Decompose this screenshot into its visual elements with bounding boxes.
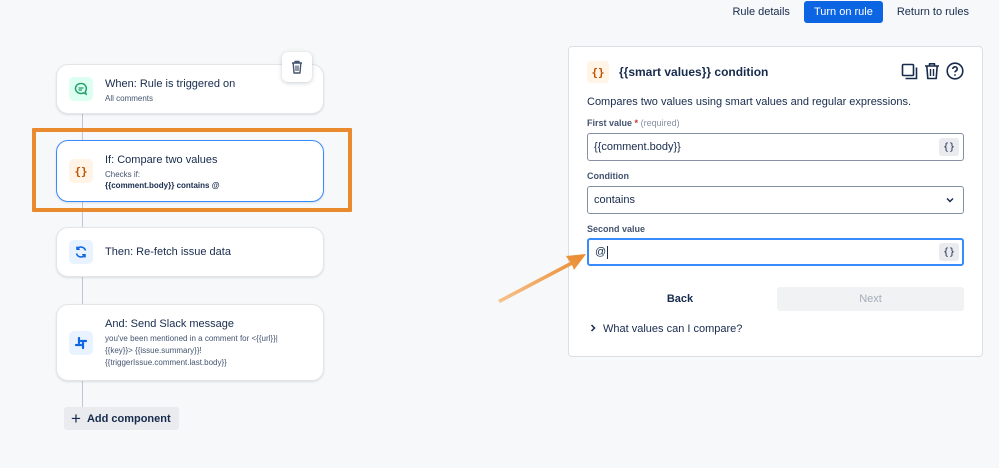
smart-value-button[interactable]: {}	[939, 243, 959, 261]
turn-on-rule-button[interactable]: Turn on rule	[803, 1, 883, 23]
trigger-title: When: Rule is triggered on	[105, 78, 236, 90]
help-icon[interactable]	[946, 62, 964, 83]
chevron-right-icon	[589, 323, 597, 335]
add-component-button[interactable]: + Add component	[64, 407, 179, 430]
rule-details-button[interactable]: Rule details	[724, 2, 797, 22]
compare-help-expander[interactable]: What values can I compare?	[589, 323, 742, 335]
return-to-rules-button[interactable]: Return to rules	[889, 2, 977, 22]
trigger-sub: All comments	[105, 94, 154, 103]
text-cursor	[607, 245, 609, 259]
slack-sub-line3: {{triggerIssue.comment.last.body}}	[105, 358, 227, 367]
condition-select[interactable]: contains	[587, 186, 964, 214]
first-value-label: First value * (required)	[587, 118, 680, 128]
next-button[interactable]: Next	[777, 287, 964, 311]
second-value-input[interactable]: @ {}	[587, 238, 964, 266]
comment-icon	[69, 77, 93, 101]
top-bar: Rule details Turn on rule Return to rule…	[724, 0, 999, 24]
smart-value-button[interactable]: {}	[939, 138, 959, 156]
condition-label: Condition	[587, 171, 629, 181]
slack-sub-line1: you've been mentioned in a comment for <…	[105, 334, 278, 343]
first-value-input[interactable]: {{comment.body}} {}	[587, 133, 964, 161]
refetch-title: Then: Re-fetch issue data	[105, 246, 231, 258]
compare-help-label: What values can I compare?	[603, 323, 743, 335]
plus-icon: +	[71, 409, 81, 428]
second-value-label: Second value	[587, 224, 646, 234]
highlight-box	[32, 128, 352, 212]
copy-icon[interactable]	[901, 63, 918, 83]
first-value-text: {{comment.body}}	[594, 141, 681, 153]
add-component-label: Add component	[86, 412, 171, 425]
condition-value: contains	[594, 194, 635, 206]
trash-icon[interactable]	[282, 52, 312, 82]
trash-icon[interactable]	[924, 62, 940, 83]
panel-title: {{smart values}} condition	[619, 65, 769, 79]
refresh-icon	[69, 240, 93, 264]
slack-sub-line2: {{key}}> {{issue.summary}}!	[105, 346, 202, 355]
back-button[interactable]: Back	[587, 287, 773, 311]
slack-card[interactable]: And: Send Slack message you've been ment…	[56, 304, 324, 381]
panel-description: Compares two values using smart values a…	[587, 96, 912, 108]
chevron-down-icon	[945, 195, 955, 208]
second-value-text: @	[595, 246, 607, 258]
slack-title: And: Send Slack message	[105, 318, 235, 330]
curly-braces-icon: {}	[587, 61, 609, 83]
refetch-card[interactable]: Then: Re-fetch issue data	[56, 227, 324, 277]
condition-panel: {} {{smart values}} condition Compares t…	[568, 46, 983, 357]
slack-icon	[69, 331, 93, 355]
